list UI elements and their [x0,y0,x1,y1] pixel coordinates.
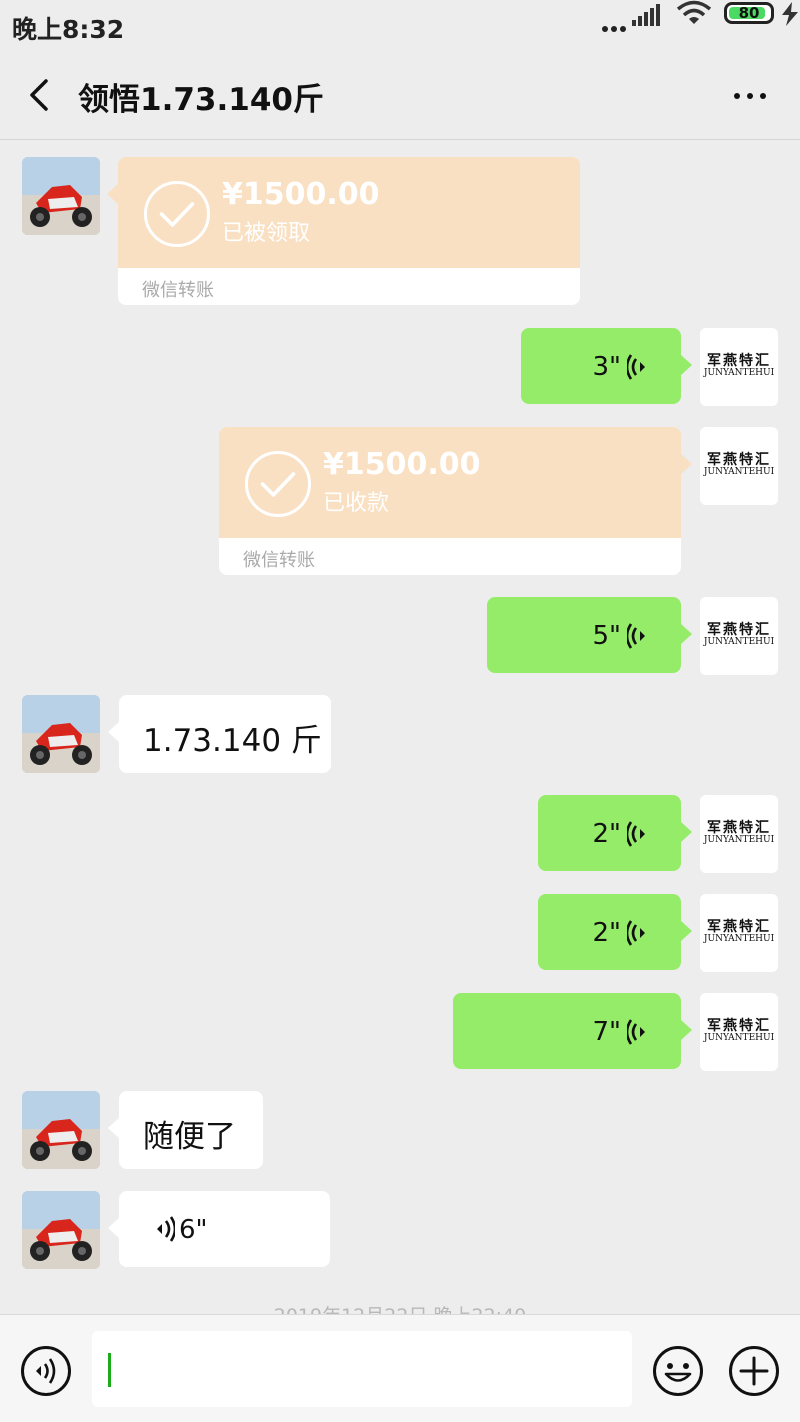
voice-message-outgoing[interactable]: 7" [453,993,692,1069]
transfer-status: 已收款 [323,491,390,516]
charging-icon [782,2,798,26]
transfer-amount: ¥1500.00 [323,447,481,482]
my-avatar[interactable]: 军燕特汇 JUNYANTEHUI [700,427,778,505]
chat-title: 领悟1.73.140斤 [78,82,324,118]
voice-duration: 5" [592,621,621,651]
voice-message-outgoing[interactable]: 2" [538,795,692,871]
more-icon[interactable] [730,80,770,110]
check-circle-icon [245,451,311,517]
voice-input-icon[interactable] [20,1345,72,1397]
transfer-amount: ¥1500.00 [222,177,380,212]
voice-wave-icon [627,354,645,380]
voice-wave-icon [627,821,645,847]
message-text: 1.73.140 斤 [143,723,322,759]
transfer-card-incoming[interactable]: ¥1500.00 已被领取 微信转账 [107,157,580,305]
voice-message-outgoing[interactable]: 5" [487,597,692,673]
signal-dots-icon [602,17,632,32]
battery-level: 80 [738,4,760,22]
input-bar [0,1314,800,1422]
status-time: 晚上8:32 [12,15,125,44]
chat-header: 领悟1.73.140斤 [0,50,800,140]
text-message-incoming[interactable]: 随便了 [108,1091,263,1169]
voice-wave-icon [157,1216,175,1242]
message-text: 随便了 [143,1119,236,1155]
text-message-incoming[interactable]: 1.73.140 斤 [108,695,331,773]
voice-message-incoming[interactable]: 6" [108,1191,330,1267]
status-bar: 晚上8:32 80 [0,0,800,50]
voice-duration: 3" [592,352,621,382]
check-circle-icon [144,181,210,247]
voice-wave-icon [627,623,645,649]
emoji-icon[interactable] [652,1345,704,1397]
voice-duration: 2" [592,918,621,948]
contact-avatar[interactable] [22,695,100,773]
my-avatar[interactable]: 军燕特汇 JUNYANTEHUI [700,993,778,1071]
message-input[interactable] [92,1331,632,1407]
text-caret [108,1353,111,1387]
transfer-status: 已被领取 [222,221,311,246]
message-list[interactable]: ¥1500.00 已被领取 微信转账 3" 军燕特汇 JUNYANTEHUI ¥… [0,141,800,1314]
contact-avatar[interactable] [22,1191,100,1269]
voice-wave-icon [627,1019,645,1045]
contact-avatar[interactable] [22,157,100,235]
message-timestamp: 2019年12月22日 晚上22:40 [0,1301,800,1314]
my-avatar[interactable]: 军燕特汇 JUNYANTEHUI [700,328,778,406]
my-avatar[interactable]: 军燕特汇 JUNYANTEHUI [700,795,778,873]
voice-message-outgoing[interactable]: 2" [538,894,692,970]
my-avatar[interactable]: 军燕特汇 JUNYANTEHUI [700,597,778,675]
voice-message-outgoing[interactable]: 3" [521,328,692,404]
voice-duration: 2" [592,819,621,849]
back-arrow-icon[interactable] [20,75,60,115]
battery-icon: 80 [724,2,774,24]
my-avatar[interactable]: 军燕特汇 JUNYANTEHUI [700,894,778,972]
voice-wave-icon [627,920,645,946]
signal-bars-icon [632,4,660,26]
transfer-label: 微信转账 [243,550,315,571]
plus-icon[interactable] [728,1345,780,1397]
wifi-icon [676,0,712,24]
contact-avatar[interactable] [22,1091,100,1169]
transfer-label: 微信转账 [142,280,214,301]
voice-duration: 6" [179,1215,208,1245]
transfer-card-outgoing[interactable]: ¥1500.00 已收款 微信转账 [219,427,692,575]
voice-duration: 7" [592,1017,621,1047]
